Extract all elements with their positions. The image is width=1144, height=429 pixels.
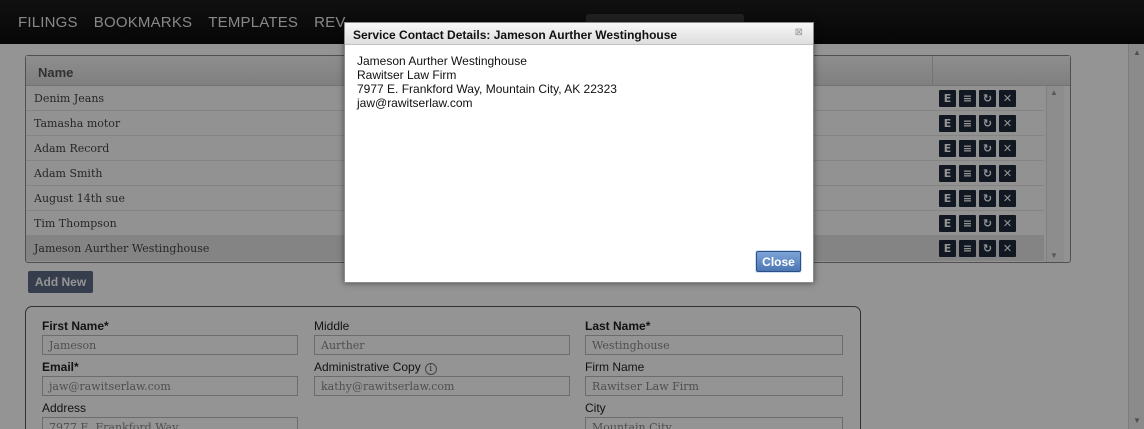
- service-contact-details-dialog: Service Contact Details: Jameson Aurther…: [344, 22, 814, 283]
- contact-firm: Rawitser Law Firm: [357, 68, 457, 82]
- dialog-title-bar: Service Contact Details: Jameson Aurther…: [345, 23, 813, 45]
- contact-email: jaw@rawitserlaw.com: [357, 96, 473, 110]
- contact-address: 7977 E. Frankford Way, Mountain City, AK…: [357, 82, 617, 96]
- dialog-title: Service Contact Details: Jameson Aurther…: [353, 28, 678, 42]
- dialog-body: Jameson Aurther Westinghouse Rawitser La…: [357, 54, 617, 110]
- dialog-close-icon[interactable]: ⊠: [795, 27, 803, 38]
- close-button[interactable]: Close: [756, 251, 801, 272]
- contact-full-name: Jameson Aurther Westinghouse: [357, 54, 527, 68]
